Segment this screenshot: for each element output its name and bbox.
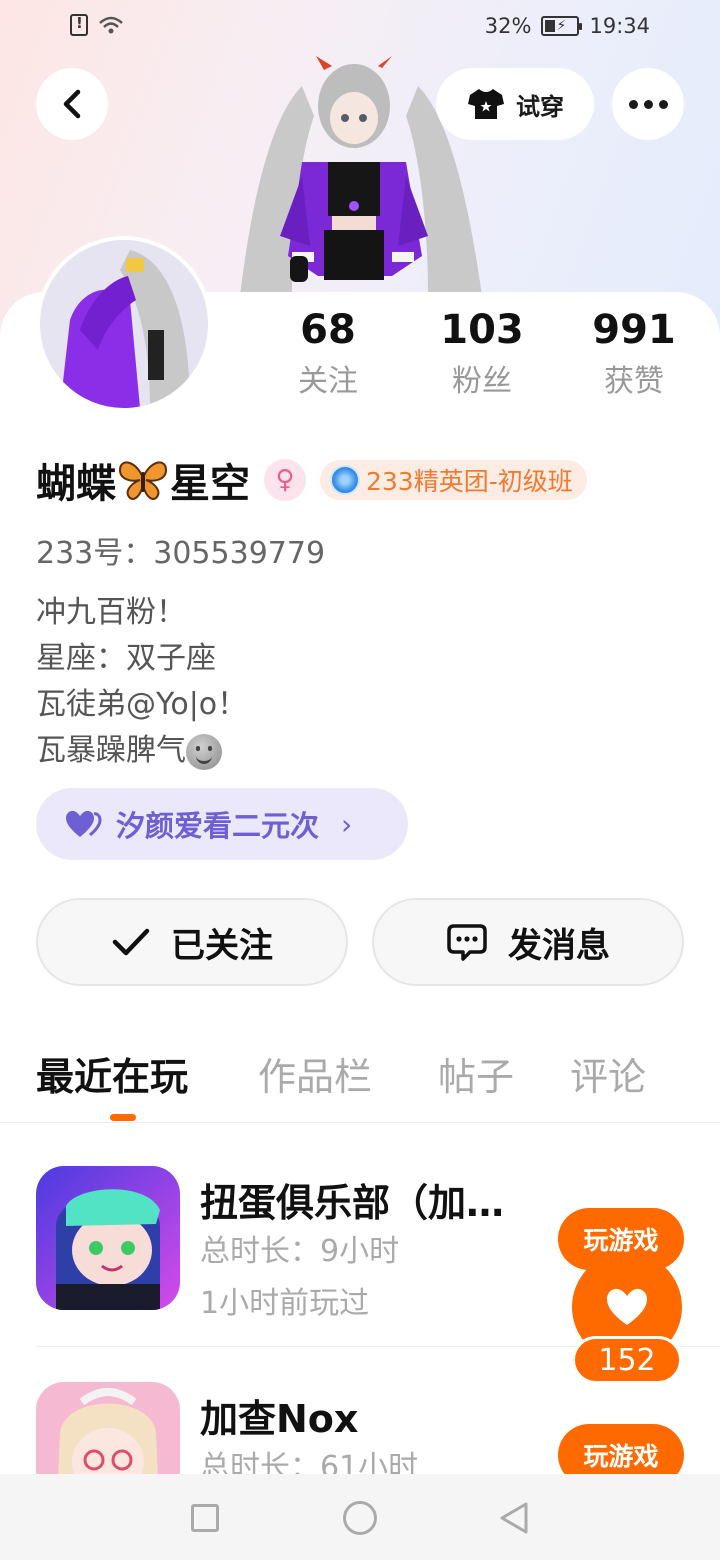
tab-comments[interactable]: 评论 xyxy=(570,1046,646,1101)
profile-tabs: 最近在玩 作品栏 帖子 评论 xyxy=(36,1046,686,1106)
username-part2: 星空 xyxy=(170,461,250,507)
like-count: 152 xyxy=(572,1336,682,1384)
profile-stats: 68 关注 103 粉丝 991 获赞 xyxy=(250,306,700,406)
chat-bubble-icon xyxy=(447,924,487,961)
level-gem-icon xyxy=(330,465,360,495)
followed-label: 已关注 xyxy=(171,925,273,966)
username-row: 蝴蝶 星空 ♀ 233精英团-初级班 xyxy=(36,452,587,508)
female-gender-icon: ♀ xyxy=(264,459,306,501)
tabs-divider xyxy=(0,1122,720,1123)
smiley-emoji-icon xyxy=(186,733,222,770)
active-tab-indicator xyxy=(110,1114,136,1121)
game-title: 加查Nox xyxy=(200,1397,359,1441)
chevron-right-icon: › xyxy=(341,807,353,841)
recent-apps-icon[interactable] xyxy=(191,1504,219,1532)
checkmark-icon xyxy=(112,928,150,956)
wifi-icon xyxy=(98,15,124,35)
try-on-button[interactable]: 试穿 xyxy=(436,68,594,140)
bio-line: 瓦暴躁脾气 xyxy=(36,733,186,768)
stat-following[interactable]: 68 关注 xyxy=(258,306,398,404)
following-count: 68 xyxy=(300,307,356,353)
bio-line-with-emoji: 瓦暴躁脾气 xyxy=(36,728,247,774)
battery-percent: 32% xyxy=(484,14,532,38)
sim-alert-icon xyxy=(70,14,88,36)
bio-line: 瓦徒弟@Yo|o！ xyxy=(36,687,248,722)
home-icon[interactable] xyxy=(343,1501,377,1535)
heart-icon xyxy=(607,1288,647,1325)
level-badge-text: 233精英团-初级班 xyxy=(366,467,573,496)
system-navigation-bar xyxy=(0,1474,720,1560)
game-icon xyxy=(36,1166,180,1310)
avatar[interactable] xyxy=(36,236,212,412)
club-link[interactable]: 汐颜爱看二元次 › xyxy=(36,788,408,860)
game-last-played: 1小时前玩过 xyxy=(200,1286,370,1321)
stat-followers[interactable]: 103 粉丝 xyxy=(412,306,552,404)
tshirt-icon xyxy=(468,89,504,119)
hearts-icon xyxy=(66,810,102,837)
back-button[interactable] xyxy=(36,68,108,140)
level-badge[interactable]: 233精英团-初级班 xyxy=(320,460,587,500)
status-bar: 32% ⚡ 19:34 xyxy=(0,0,720,56)
tab-works[interactable]: 作品栏 xyxy=(258,1046,372,1101)
club-label: 汐颜爱看二元次 xyxy=(116,809,320,843)
back-triangle-icon[interactable] xyxy=(496,1500,532,1536)
send-message-label: 发消息 xyxy=(508,925,610,966)
user-bio: 冲九百粉！ 星座：双子座 瓦徒弟@Yo|o！ 瓦暴躁脾气 xyxy=(36,590,247,774)
chevron-left-icon xyxy=(63,89,81,119)
more-dots-icon xyxy=(628,99,668,109)
username-part1: 蝴蝶 xyxy=(36,461,116,507)
likes-label: 获赞 xyxy=(604,364,664,399)
user-id[interactable]: 233号：305539779 xyxy=(36,528,325,572)
tab-recently-played[interactable]: 最近在玩 xyxy=(36,1046,188,1101)
battery-icon: ⚡ xyxy=(541,16,583,36)
following-label: 关注 xyxy=(298,364,358,399)
game-title: 扭蛋俱乐部（加… xyxy=(200,1181,505,1225)
avatar-image xyxy=(40,240,208,408)
bio-line: 星座：双子座 xyxy=(36,641,216,676)
likes-count: 991 xyxy=(592,307,676,353)
more-options-button[interactable] xyxy=(612,68,684,140)
bio-line: 冲九百粉！ xyxy=(36,595,186,630)
game-duration: 总时长：9小时 xyxy=(200,1234,400,1269)
followed-button[interactable]: 已关注 xyxy=(36,898,348,986)
followers-label: 粉丝 xyxy=(452,364,512,399)
stat-likes[interactable]: 991 获赞 xyxy=(564,306,704,404)
followers-count: 103 xyxy=(440,307,524,353)
butterfly-emoji-icon xyxy=(118,461,168,500)
try-on-label: 试穿 xyxy=(516,92,564,121)
clock: 19:34 xyxy=(589,14,650,38)
tab-posts[interactable]: 帖子 xyxy=(438,1046,514,1101)
send-message-button[interactable]: 发消息 xyxy=(372,898,684,986)
